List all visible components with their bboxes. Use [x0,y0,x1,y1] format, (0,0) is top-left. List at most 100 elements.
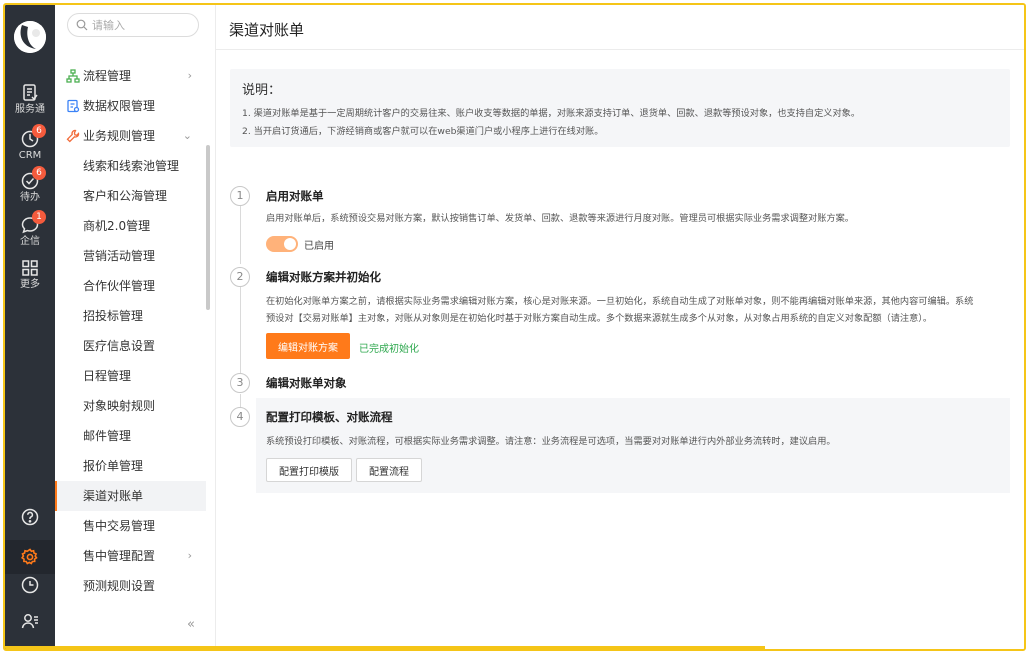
rail-item-label: CRM [18,150,42,161]
rail-item-crm[interactable]: 6 CRM [5,124,55,162]
menu-item-medical[interactable]: 医疗信息设置 [55,331,206,361]
rail-contacts[interactable] [5,611,55,631]
contacts-icon [21,614,38,629]
step-connector [240,206,241,264]
step-number: 1 [230,186,250,206]
menu-item-label: 合作伙伴管理 [83,279,156,293]
menu-item-bidding[interactable]: 招投标管理 [55,301,206,331]
menu-item-data-permission[interactable]: 数据权限管理 [55,91,206,121]
step-number: 4 [230,407,250,427]
settings-gear-icon [20,548,38,565]
data-permission-icon [67,99,80,113]
bottom-accent-bar [5,646,765,649]
app-rail: 服务通 6 CRM 6 待办 1 企信 更多 [5,5,55,649]
title-divider [216,49,1024,50]
user-avatar[interactable] [14,21,46,53]
menu-item-marketing[interactable]: 营销活动管理 [55,241,206,271]
step-title: 配置打印模板、对账流程 [266,410,393,424]
settings-menu: 流程管理 › 数据权限管理 业务规则管理 ⌄ 线索和线索池管理 客户和公海管理 … [55,5,216,649]
rail-item-todo[interactable]: 6 待办 [5,166,55,204]
menu-item-label: 报价单管理 [83,459,144,473]
menu-search[interactable] [67,13,199,37]
menu-item-label: 线索和线索池管理 [83,159,180,173]
menu-item-label: 流程管理 [83,69,132,83]
toggle-label: 已启用 [304,241,334,252]
config-print-template-button[interactable]: 配置打印模版 [266,458,352,482]
step-title: 启用对账单 [266,189,324,203]
grid-icon [22,260,38,276]
app-window: 服务通 6 CRM 6 待办 1 企信 更多 请输入 流程管理 › 数据权限管理… [3,3,1026,651]
search-icon [76,19,88,31]
rail-item-chat[interactable]: 1 企信 [5,210,55,248]
chevron-right-icon: › [187,549,192,562]
menu-scrollbar[interactable] [206,145,210,310]
chevron-right-icon: › [187,69,192,82]
rail-history[interactable] [5,575,55,595]
info-note: 说明： 1. 渠道对账单是基于一定周期统计客户的交易往来、账户收支等数据的单据，… [230,69,1010,147]
menu-item-label: 医疗信息设置 [83,339,156,353]
edit-statement-scheme-button[interactable]: 编辑对账方案 [266,333,350,359]
step-title[interactable]: 编辑对账单对象 [266,375,347,391]
menu-item-object-mapping[interactable]: 对象映射规则 [55,391,206,421]
rail-item-more[interactable]: 更多 [5,258,55,291]
menu-item-label: 日程管理 [83,369,132,383]
step-connector [240,287,241,373]
search-input[interactable] [92,17,192,33]
rail-item-label: 待办 [20,192,40,203]
menu-item-channel-statement[interactable]: 渠道对账单 [55,481,206,511]
menu-item-label: 客户和公海管理 [83,189,168,203]
menu-item-label: 对象映射规则 [83,399,156,413]
menu-item-schedule[interactable]: 日程管理 [55,361,206,391]
menu-item-label: 渠道对账单 [83,489,144,503]
chevron-down-icon: ⌄ [182,129,192,142]
init-status-text: 已完成初始化 [359,344,419,355]
step-description: 启用对账单后，系统预设交易对账方案，默认按销售订单、发货单、回款、退款等来源进行… [266,213,854,224]
menu-item-leads[interactable]: 线索和线索池管理 [55,151,206,181]
document-check-icon [23,84,38,101]
menu-item-label: 邮件管理 [83,429,132,443]
main-panel: 渠道对账单 说明： 1. 渠道对账单是基于一定周期统计客户的交易往来、账户收支等… [216,5,1024,649]
help-icon [21,508,39,526]
rail-item-service[interactable]: 服务通 [5,83,55,116]
history-clock-icon [21,576,39,594]
rail-settings[interactable] [5,540,55,574]
chat-badge: 1 [32,210,46,224]
menu-item-label: 数据权限管理 [83,99,156,113]
step-number: 2 [230,267,250,287]
rail-item-label: 企信 [20,236,40,247]
step-description: 预设对【交易对账单】主对象，对账从对象则是在初始化时基于对账方案自动生成。多个数… [266,313,933,324]
menu-item-label: 营销活动管理 [83,249,156,263]
todo-badge: 6 [32,166,46,180]
menu-item-quotes[interactable]: 报价单管理 [55,451,206,481]
collapse-menu-icon[interactable]: « [187,617,195,632]
menu-item-label: 售中管理配置 [83,549,156,563]
menu-item-partners[interactable]: 合作伙伴管理 [55,271,206,301]
wrench-icon [66,129,80,143]
step-title: 编辑对账方案并初始化 [266,270,381,284]
menu-item-label: 商机2.0管理 [83,219,151,233]
step-connector [240,394,241,408]
menu-item-customers[interactable]: 客户和公海管理 [55,181,206,211]
page-title: 渠道对账单 [229,21,305,39]
menu-item-forecast-rules[interactable]: 预测规则设置 [55,571,206,601]
menu-item-label: 预测规则设置 [83,579,156,593]
toggle-knob [284,238,296,250]
menu-item-email[interactable]: 邮件管理 [55,421,206,451]
menu-item-in-sale-config[interactable]: 售中管理配置 › [55,541,206,571]
menu-item-label: 售中交易管理 [83,519,156,533]
menu-item-process[interactable]: 流程管理 › [55,61,206,91]
rail-help[interactable] [5,507,55,527]
menu-item-business-rules[interactable]: 业务规则管理 ⌄ [55,121,206,151]
step-description: 在初始化对账单方案之前，请根据实际业务需求编辑对账方案，核心是对账来源。一旦初始… [266,296,974,307]
menu-item-opportunity[interactable]: 商机2.0管理 [55,211,206,241]
enable-statement-toggle[interactable] [266,236,298,252]
menu-item-label: 招投标管理 [83,309,144,323]
step-description: 系统预设打印模板、对账流程，可根据实际业务需求调整。请注意：业务流程是可选项，当… [266,436,836,447]
note-title: 说明： [242,83,282,98]
menu-item-label: 业务规则管理 [83,129,156,143]
menu-item-in-sale-trade[interactable]: 售中交易管理 [55,511,206,541]
step-number: 3 [230,373,250,393]
config-process-button[interactable]: 配置流程 [356,458,422,482]
rail-item-label: 服务通 [15,104,45,115]
note-line: 2. 当开启订货通后，下游经销商或客户就可以在web渠道门户或小程序上进行在线对… [242,126,604,137]
